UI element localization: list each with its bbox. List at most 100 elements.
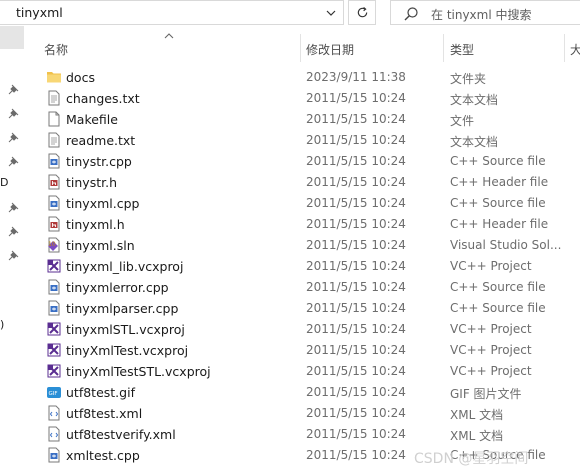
file-modified-date: 2011/5/15 10:24: [306, 343, 406, 357]
file-type: VC++ Project: [450, 259, 532, 273]
address-history-chevron-icon[interactable]: [319, 1, 343, 24]
pin-icon[interactable]: [8, 226, 19, 237]
file-name: tinyxml.cpp: [66, 196, 140, 211]
file-type: C++ Source file: [450, 280, 546, 294]
pin-icon[interactable]: [8, 84, 19, 95]
watermark: CSDN @星羽空间: [414, 451, 529, 467]
file-type: XML 文档: [450, 429, 504, 443]
file-modified-date: 2011/5/15 10:24: [306, 259, 406, 273]
file-row[interactable]: utf8testverify.xml 2011/5/15 10:24 XML 文档: [24, 424, 580, 445]
file-name: xmltest.cpp: [66, 448, 140, 463]
file-type: C++ Source file: [450, 154, 546, 168]
vcxproj-file-icon: [46, 258, 62, 274]
file-modified-date: 2011/5/15 10:24: [306, 91, 406, 105]
file-type: 文本文档: [450, 93, 499, 107]
column-divider[interactable]: [564, 34, 565, 62]
file-name: tinyxmlSTL.vcxproj: [66, 322, 185, 337]
file-modified-date: 2011/5/15 10:24: [306, 301, 406, 315]
file-name: utf8testverify.xml: [66, 427, 176, 442]
file-row[interactable]: tinyxml.cpp 2011/5/15 10:24 C++ Source fil…: [24, 193, 580, 214]
text-file-icon: [46, 132, 62, 148]
file-modified-date: 2011/5/15 10:24: [306, 238, 406, 252]
pin-icon[interactable]: [8, 202, 19, 213]
file-modified-date: 2011/5/15 10:24: [306, 364, 406, 378]
file-name: tinyxml_lib.vcxproj: [66, 259, 184, 274]
file-row[interactable]: tinyXmlTest.vcxproj 2011/5/15 10:24 VC++ P…: [24, 340, 580, 361]
column-header: 名称 修改日期 类型 大: [24, 33, 580, 62]
pin-icon[interactable]: [8, 250, 19, 261]
cpp-file-icon: [46, 153, 62, 169]
top-bar: tinyxml 在 tinyxml 中搜索: [0, 0, 580, 26]
file-name: changes.txt: [66, 91, 140, 106]
file-modified-date: 2011/5/15 10:24: [306, 385, 406, 399]
nav-item-label-fragment[interactable]: ): [0, 318, 4, 331]
search-icon: [404, 7, 418, 21]
file-row[interactable]: utf8test.xml 2011/5/15 10:24 XML 文档: [24, 403, 580, 424]
vcxproj-file-icon: [46, 342, 62, 358]
file-row[interactable]: changes.txt 2011/5/15 10:24 文本文档: [24, 88, 580, 109]
file-type: Visual Studio Sol...: [450, 238, 562, 252]
nav-selected-item[interactable]: [0, 26, 24, 49]
file-row[interactable]: tinyxmlSTL.vcxproj 2011/5/15 10:24 VC++ Pr…: [24, 319, 580, 340]
svg-text:10: 10: [48, 241, 56, 248]
cpp-file-icon: [46, 279, 62, 295]
file-modified-date: 2011/5/15 10:24: [306, 448, 406, 462]
column-header-name[interactable]: 名称: [44, 41, 68, 58]
file-modified-date: 2011/5/15 10:24: [306, 154, 406, 168]
file-row[interactable]: GIF utf8test.gif 2011/5/15 10:24 GIF 图片文件: [24, 382, 580, 403]
file-type: C++ Header file: [450, 217, 549, 231]
vcxproj-file-icon: [46, 321, 62, 337]
file-type: GIF 图片文件: [450, 387, 522, 401]
refresh-icon: [357, 7, 367, 18]
file-type: XML 文档: [450, 408, 504, 422]
vcxproj-file-icon: [46, 363, 62, 379]
file-row[interactable]: 10 tinyxml.sln 2011/5/15 10:24 Visual Studi…: [24, 235, 580, 256]
search-input[interactable]: 在 tinyxml 中搜索: [390, 0, 580, 25]
address-bar[interactable]: tinyxml: [0, 0, 344, 25]
file-name: tinystr.cpp: [66, 154, 132, 169]
file-modified-date: 2023/9/11 11:38: [306, 70, 406, 84]
pin-icon[interactable]: [8, 108, 19, 119]
file-row[interactable]: docs 2023/9/11 11:38 文件夹: [24, 67, 580, 88]
blank-file-icon: [46, 111, 62, 127]
column-header-size[interactable]: 大: [570, 41, 580, 58]
file-row[interactable]: tinyxml_lib.vcxproj 2011/5/15 10:24 VC++ P…: [24, 256, 580, 277]
column-header-date[interactable]: 修改日期: [306, 41, 354, 58]
file-row[interactable]: tinystr.h 2011/5/15 10:24 C++ Header file: [24, 172, 580, 193]
pin-icon[interactable]: [8, 156, 19, 167]
file-row[interactable]: tinyxmlparser.cpp 2011/5/15 10:24 C++ Sour…: [24, 298, 580, 319]
file-list: docs 2023/9/11 11:38 文件夹 changes.txt 2011/5/…: [24, 67, 580, 466]
file-type: 文件夹: [450, 72, 487, 86]
file-row[interactable]: tinyxmlerror.cpp 2011/5/15 10:24 C++ Sourc…: [24, 277, 580, 298]
cpp-file-icon: [46, 447, 62, 463]
file-row[interactable]: tinyXmlTestSTL.vcxproj 2011/5/15 10:24 VC+…: [24, 361, 580, 382]
sort-ascending-icon: [164, 33, 174, 39]
file-name: Makefile: [66, 112, 118, 127]
xml-file-icon: [46, 426, 62, 442]
file-name: tinyxmlerror.cpp: [66, 280, 169, 295]
file-row[interactable]: tinystr.cpp 2011/5/15 10:24 C++ Source fil…: [24, 151, 580, 172]
file-modified-date: 2011/5/15 10:24: [306, 280, 406, 294]
search-placeholder: 在 tinyxml 中搜索: [431, 8, 532, 22]
refresh-button[interactable]: [348, 0, 376, 25]
file-type: VC++ Project: [450, 322, 532, 336]
file-row[interactable]: Makefile 2011/5/15 10:24 文件: [24, 109, 580, 130]
column-divider[interactable]: [300, 34, 301, 62]
header-file-icon: [46, 174, 62, 190]
nav-item-label-fragment[interactable]: D: [0, 176, 8, 189]
file-modified-date: 2011/5/15 10:24: [306, 133, 406, 147]
file-row[interactable]: readme.txt 2011/5/15 10:24 文本文档: [24, 130, 580, 151]
address-path: tinyxml: [16, 5, 63, 20]
file-type: VC++ Project: [450, 343, 532, 357]
column-header-type[interactable]: 类型: [450, 41, 474, 58]
cpp-file-icon: [46, 300, 62, 316]
pin-icon[interactable]: [8, 132, 19, 143]
svg-text:GIF: GIF: [49, 391, 58, 397]
file-type: C++ Header file: [450, 175, 549, 189]
cpp-file-icon: [46, 195, 62, 211]
file-modified-date: 2011/5/15 10:24: [306, 217, 406, 231]
file-modified-date: 2011/5/15 10:24: [306, 112, 406, 126]
column-divider[interactable]: [443, 34, 444, 62]
file-name: tinyXmlTestSTL.vcxproj: [66, 364, 211, 379]
file-row[interactable]: tinyxml.h 2011/5/15 10:24 C++ Header file: [24, 214, 580, 235]
